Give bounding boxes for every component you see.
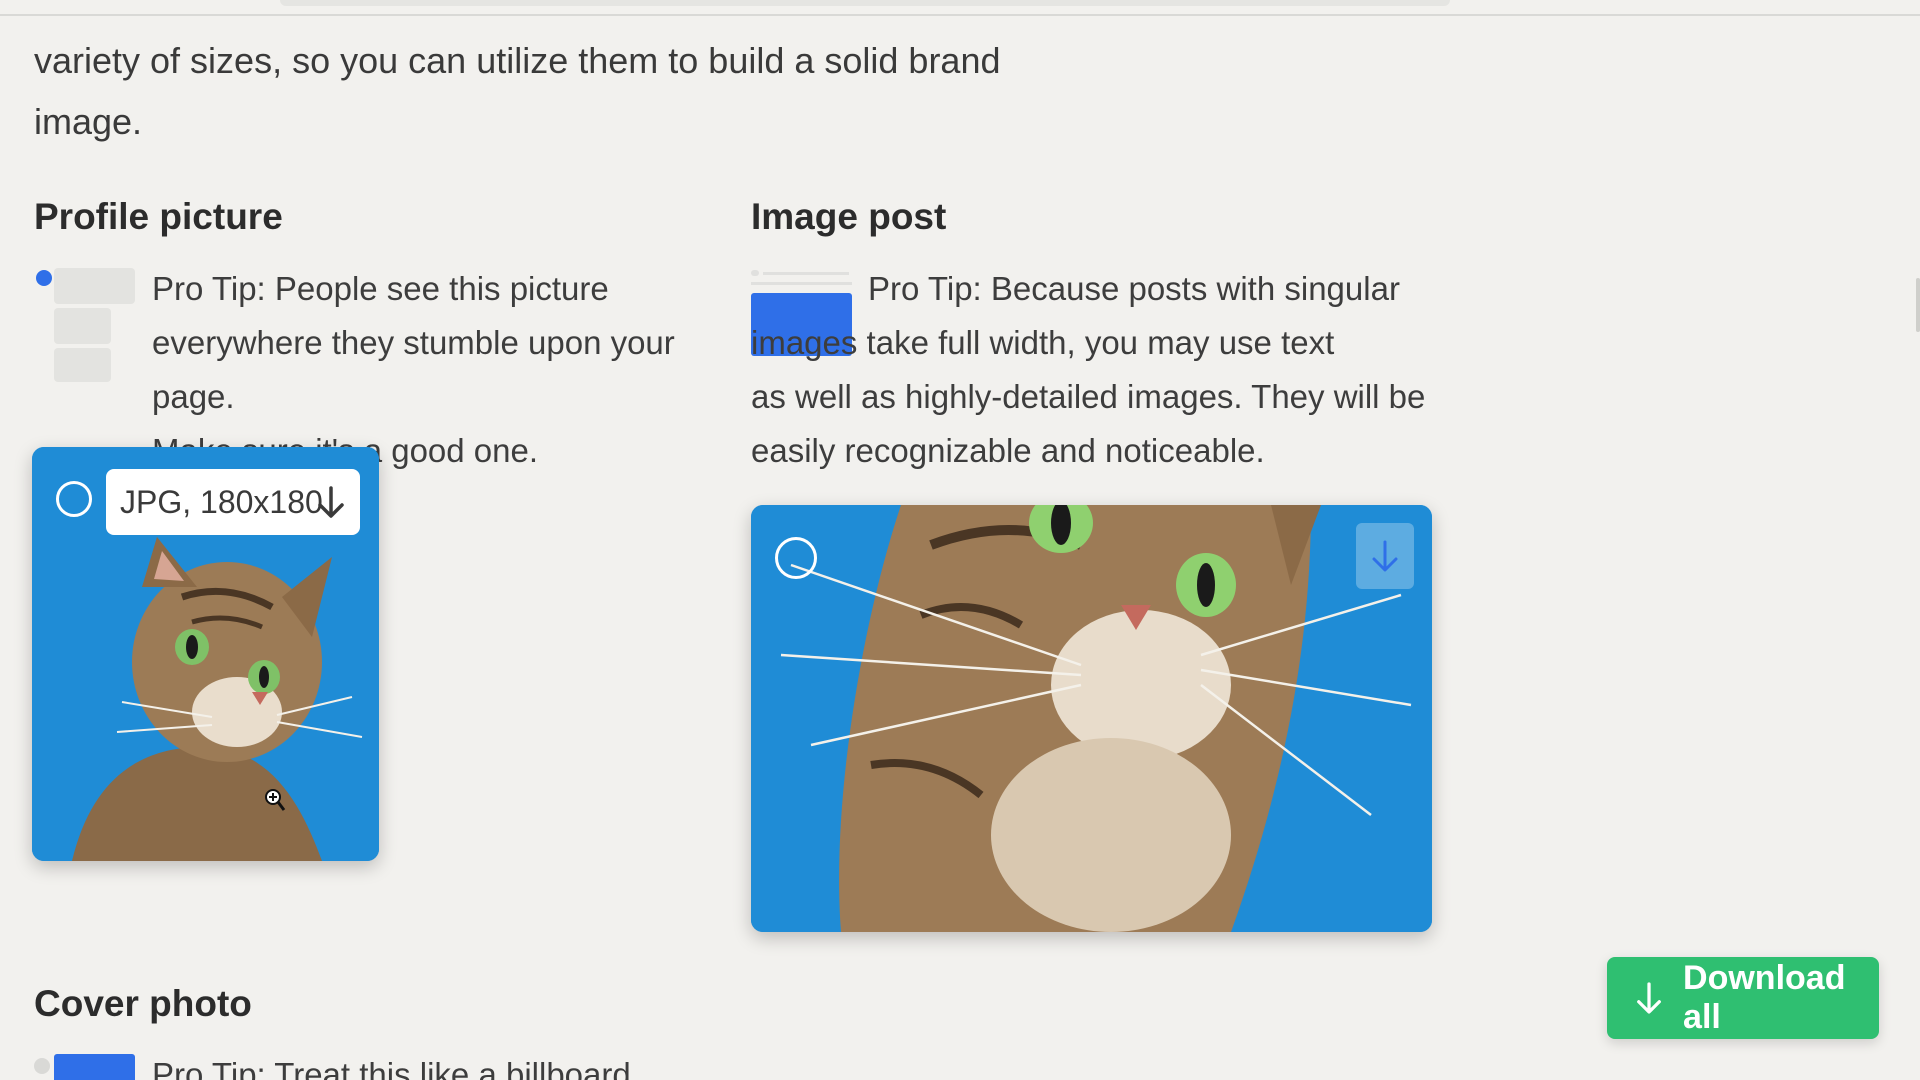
cover-layout-dot <box>34 1058 50 1074</box>
top-search-bar-edge <box>280 0 1450 6</box>
arrow-down-icon <box>1637 982 1661 1014</box>
image-post-download-button[interactable] <box>1356 523 1414 589</box>
tip-line: Pro Tip: People see this picture <box>152 270 609 307</box>
profile-picture-layout-icon <box>34 268 139 383</box>
profile-dot-icon <box>36 270 52 286</box>
tip-line: images take full width, you may use text <box>751 324 1335 361</box>
arrow-down-icon <box>1372 540 1398 572</box>
cover-photo-heading: Cover photo <box>34 983 252 1024</box>
tip-line: Pro Tip: Treat this like a billboard <box>152 1056 631 1080</box>
layout-block <box>54 308 111 344</box>
download-all-label: Download all <box>1683 959 1846 1036</box>
layout-block <box>54 348 111 382</box>
page: variety of sizes, so you can utilize the… <box>0 0 1920 1080</box>
intro-line-1: variety of sizes, so you can utilize the… <box>34 40 1001 81</box>
intro-text: variety of sizes, so you can utilize the… <box>34 30 1004 152</box>
select-radio-icon[interactable] <box>56 481 92 517</box>
image-post-heading: Image post <box>751 196 947 237</box>
zoom-in-cursor-icon <box>265 789 286 811</box>
arrow-down-icon <box>318 486 344 518</box>
image-post-tip-cont: as well as highly-detailed images. They … <box>751 370 1471 478</box>
profile-picture-card[interactable]: JPG, 180x180 <box>32 447 379 861</box>
download-all-button[interactable]: Download all <box>1607 957 1879 1039</box>
image-post-card[interactable] <box>751 505 1432 932</box>
profile-picture-tip: Pro Tip: People see this picture everywh… <box>152 262 732 478</box>
cat-photo-image <box>751 505 1432 932</box>
scrollbar-thumb[interactable] <box>1916 278 1920 332</box>
header-divider <box>0 14 1920 16</box>
select-radio-icon[interactable] <box>775 537 817 579</box>
image-post-tip: Pro Tip: Because posts with singular ima… <box>751 262 1471 370</box>
profile-picture-heading: Profile picture <box>34 196 283 237</box>
tip-line: easily recognizable and noticeable. <box>751 432 1265 469</box>
tip-line: as well as highly-detailed images. They … <box>751 378 1426 415</box>
tip-line: everywhere they stumble upon your page. <box>152 324 675 415</box>
tip-line: Pro Tip: Because posts with singular <box>868 270 1400 307</box>
cover-photo-tip: Pro Tip: Treat this like a billboard <box>152 1048 952 1080</box>
cover-layout-block <box>54 1054 135 1080</box>
format-download-button[interactable]: JPG, 180x180 <box>106 469 360 535</box>
layout-block <box>54 268 135 304</box>
intro-line-2: image. <box>34 101 143 142</box>
format-label: JPG, 180x180 <box>120 483 323 520</box>
